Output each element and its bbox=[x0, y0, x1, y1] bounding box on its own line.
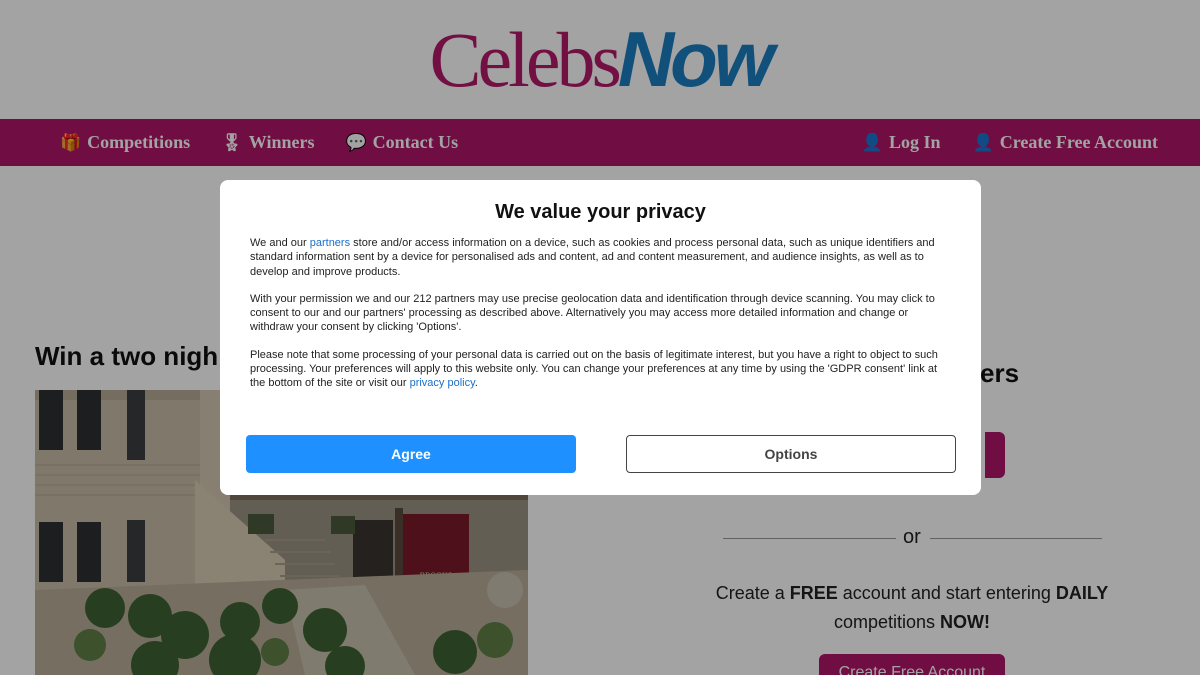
consent-paragraph-2: With your permission we and our 212 part… bbox=[250, 292, 935, 334]
options-button[interactable]: Options bbox=[626, 435, 956, 473]
privacy-policy-link[interactable]: privacy policy bbox=[410, 377, 475, 389]
agree-button[interactable]: Agree bbox=[246, 435, 576, 473]
p1-text-end: store and/or access information on a dev… bbox=[250, 237, 935, 278]
consent-paragraph-1: We and our partners store and/or access … bbox=[250, 236, 951, 279]
p3-text-start: Please note that some processing of your… bbox=[250, 348, 938, 390]
modal-title: We value your privacy bbox=[495, 201, 706, 223]
partners-link[interactable]: partners bbox=[310, 237, 350, 249]
p3-text-end: . bbox=[474, 377, 478, 390]
p1-text-start: We and our bbox=[250, 237, 310, 249]
privacy-consent-dialog: We value your privacy We and our partner… bbox=[220, 180, 981, 495]
consent-paragraph-3: Please note that some processing of your… bbox=[250, 348, 951, 391]
